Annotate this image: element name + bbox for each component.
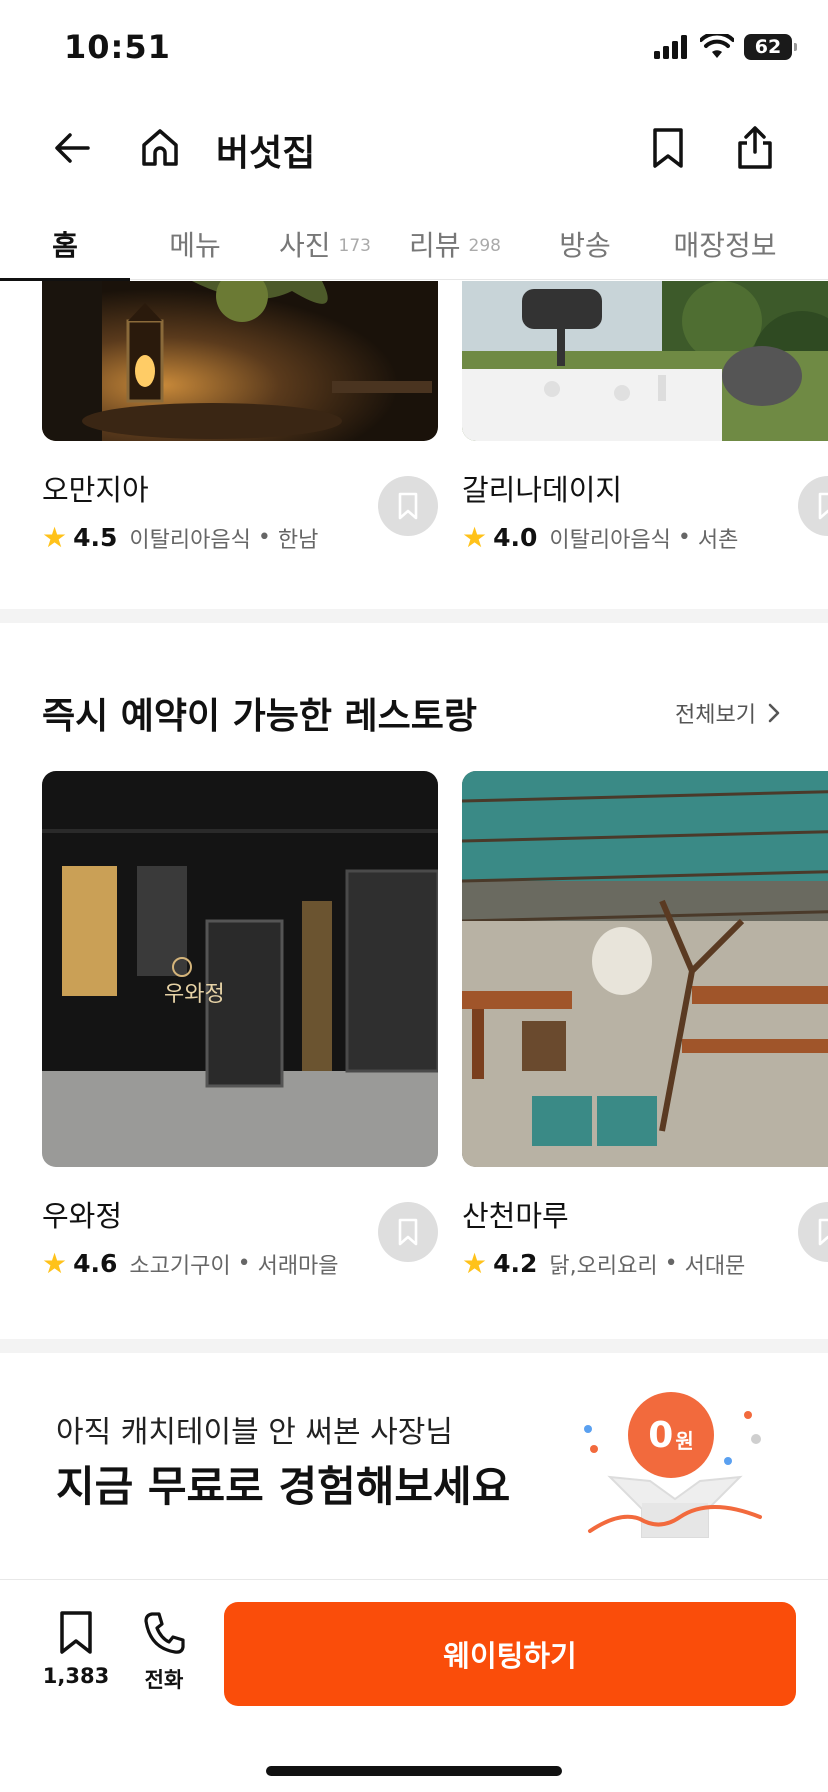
card-bookmark-button[interactable] bbox=[378, 476, 438, 536]
status-bar: 10:51 62 bbox=[0, 0, 828, 100]
meta-separator: • bbox=[670, 525, 698, 550]
meta-separator: • bbox=[657, 1251, 685, 1276]
page-title: 버섯집 bbox=[216, 133, 316, 174]
battery-indicator: 62 bbox=[744, 34, 797, 60]
meta-separator: • bbox=[250, 525, 278, 550]
call-label: 전화 bbox=[144, 1668, 184, 1692]
bookmark-icon bbox=[398, 492, 418, 520]
wifi-icon bbox=[700, 34, 734, 58]
star-icon: ★ bbox=[42, 521, 68, 554]
restaurant-card[interactable]: 갈리나데이지 ★ 4.0 이탈리아음식 • 서촌 bbox=[462, 281, 828, 554]
restaurant-card[interactable]: 오만지아 ★ 4.5 이탈리아음식 • 한남 bbox=[42, 281, 438, 554]
restaurant-meta: ★ 4.5 이탈리아음식 • 한남 bbox=[42, 521, 438, 554]
review-count: 298 bbox=[468, 236, 501, 256]
restaurant-photo bbox=[462, 281, 828, 441]
restaurant-photo bbox=[42, 281, 438, 441]
phone-icon bbox=[144, 1612, 185, 1654]
section-title: 즉시 예약이 가능한 레스토랑 bbox=[42, 696, 478, 737]
restaurant-row-instant: 우와정 우와정 ★ 4.6 소고기구이 • 서래마을 산천마루 ★ 4.2 닭,… bbox=[42, 771, 828, 1280]
star-icon: ★ bbox=[462, 521, 488, 554]
star-icon: ★ bbox=[462, 1247, 488, 1280]
bookmark-count-button[interactable]: 1,383 bbox=[36, 1610, 116, 1688]
share-icon bbox=[738, 126, 772, 169]
chevron-right-icon bbox=[768, 703, 780, 723]
restaurant-name: 산천마루 bbox=[462, 1199, 569, 1233]
tab-store-info[interactable]: 매장정보 bbox=[650, 206, 800, 280]
restaurant-name: 갈리나데이지 bbox=[462, 473, 623, 507]
rating-value: 4.5 bbox=[73, 523, 118, 552]
bookmark-icon bbox=[818, 492, 828, 520]
bookmark-icon bbox=[818, 1218, 828, 1246]
share-button[interactable] bbox=[729, 122, 781, 174]
bookmark-count: 1,383 bbox=[42, 1664, 110, 1688]
see-all-label: 전체보기 bbox=[675, 703, 756, 728]
tab-bar: 홈 메뉴 사진 173 리뷰 298 방송 매장정보 bbox=[0, 206, 828, 281]
bookmark-icon bbox=[398, 1218, 418, 1246]
restaurant-meta: ★ 4.0 이탈리아음식 • 서촌 bbox=[462, 521, 828, 554]
section-divider bbox=[0, 609, 828, 623]
home-icon bbox=[142, 129, 178, 166]
tab-photos[interactable]: 사진 173 bbox=[260, 206, 390, 280]
tab-menu[interactable]: 메뉴 bbox=[130, 206, 260, 280]
restaurant-area: 서촌 bbox=[697, 527, 739, 553]
restaurant-area: 서래마을 bbox=[257, 1253, 339, 1279]
content-scroll[interactable]: 오만지아 ★ 4.5 이탈리아음식 • 한남 갈리나데이지 ★ 4.0 이탈리아… bbox=[0, 281, 828, 1578]
restaurant-row-top: 오만지아 ★ 4.5 이탈리아음식 • 한남 갈리나데이지 ★ 4.0 이탈리아… bbox=[42, 281, 828, 554]
bottom-action-bar: 1,383 전화 웨이팅하기 bbox=[0, 1579, 828, 1792]
rating-value: 4.0 bbox=[493, 523, 538, 552]
restaurant-meta: ★ 4.2 닭,오리요리 • 서대문 bbox=[462, 1247, 828, 1280]
restaurant-category: 이탈리아음식 bbox=[129, 527, 251, 553]
waiting-button[interactable]: 웨이팅하기 bbox=[224, 1602, 796, 1706]
section-divider bbox=[0, 1339, 828, 1353]
bookmark-icon bbox=[60, 1611, 92, 1654]
restaurant-photo bbox=[462, 771, 828, 1167]
tab-home[interactable]: 홈 bbox=[0, 206, 130, 281]
promo-subtitle: 아직 캐치테이블 안 써본 사장님 bbox=[56, 1415, 453, 1450]
restaurant-meta: ★ 4.6 소고기구이 • 서래마을 bbox=[42, 1247, 438, 1280]
back-arrow-icon bbox=[55, 133, 90, 163]
status-time: 10:51 bbox=[64, 28, 171, 66]
restaurant-area: 한남 bbox=[277, 527, 319, 553]
restaurant-category: 소고기구이 bbox=[129, 1253, 231, 1279]
restaurant-category: 이탈리아음식 bbox=[549, 527, 671, 553]
bookmark-button[interactable] bbox=[642, 122, 694, 174]
promo-title: 지금 무료로 경험해보세요 bbox=[56, 1462, 511, 1511]
home-button[interactable] bbox=[134, 122, 186, 174]
meta-separator: • bbox=[230, 1251, 258, 1276]
back-button[interactable] bbox=[46, 122, 98, 174]
tab-broadcast[interactable]: 방송 bbox=[520, 206, 650, 280]
see-all-link[interactable]: 전체보기 bbox=[675, 697, 780, 729]
header: 버섯집 bbox=[0, 100, 828, 196]
bookmark-icon bbox=[653, 128, 683, 168]
tab-reviews[interactable]: 리뷰 298 bbox=[390, 206, 520, 280]
status-icons: 62 bbox=[654, 34, 797, 60]
star-icon: ★ bbox=[42, 1247, 68, 1280]
promo-badge: 0 원 bbox=[628, 1392, 714, 1478]
home-indicator bbox=[266, 1766, 562, 1776]
restaurant-card[interactable]: 산천마루 ★ 4.2 닭,오리요리 • 서대문 bbox=[462, 771, 828, 1280]
restaurant-category: 닭,오리요리 bbox=[549, 1253, 658, 1279]
photo-count: 173 bbox=[338, 236, 371, 256]
restaurant-photo: 우와정 bbox=[42, 771, 438, 1167]
rating-value: 4.6 bbox=[73, 1249, 118, 1278]
restaurant-card[interactable]: 우와정 우와정 ★ 4.6 소고기구이 • 서래마을 bbox=[42, 771, 438, 1280]
call-button[interactable]: 전화 bbox=[124, 1610, 204, 1694]
rating-value: 4.2 bbox=[493, 1249, 538, 1278]
promo-badge-unit: 원 bbox=[675, 1428, 694, 1453]
restaurant-area: 서대문 bbox=[684, 1253, 746, 1279]
card-bookmark-button[interactable] bbox=[378, 1202, 438, 1262]
signal-icon bbox=[654, 35, 687, 59]
storefront-sign: 우와정 bbox=[164, 982, 225, 1007]
promo-badge-number: 0 bbox=[648, 1414, 674, 1456]
